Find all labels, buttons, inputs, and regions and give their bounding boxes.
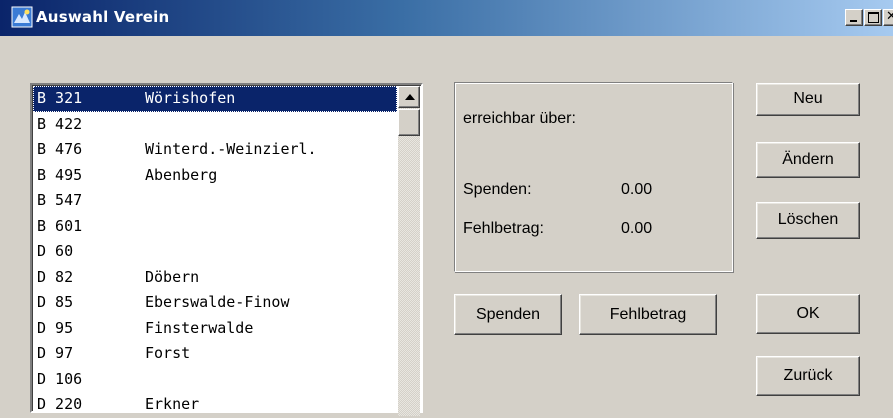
club-code: B 601 <box>37 216 83 235</box>
shortfall-label: Fehlbetrag: <box>463 220 544 237</box>
club-code: D 220 <box>37 395 83 413</box>
scroll-thumb[interactable] <box>398 109 420 136</box>
list-item[interactable]: D 85 Eberswalde-Finow <box>33 290 397 316</box>
club-name: Döbern <box>145 267 200 286</box>
club-name: Abenberg <box>145 165 218 184</box>
list-item[interactable]: B 601 <box>33 214 397 240</box>
maximize-icon <box>868 12 879 23</box>
info-panel: erreichbar über: Spenden: 0.00 Fehlbetra… <box>454 82 733 272</box>
back-button[interactable]: Zurück <box>756 356 860 396</box>
title-bar[interactable]: Auswahl Verein ✕ <box>0 0 893 36</box>
delete-button[interactable]: Löschen <box>756 202 860 239</box>
club-name: Forst <box>145 344 191 362</box>
list-item[interactable]: B 547 <box>33 188 397 214</box>
donations-value: 0.00 <box>621 181 653 198</box>
donations-label: Spenden: <box>463 181 532 198</box>
list-item[interactable]: D 95 Finsterwalde <box>33 316 397 342</box>
minimize-icon <box>850 20 857 22</box>
club-list: B 321 Wörishofen B 422 B 476 Winterd.-Weinzi… <box>33 86 397 418</box>
club-code: B 321 <box>37 89 83 107</box>
window-title: Auswahl Verein <box>36 8 170 26</box>
list-item[interactable]: D 97 Forst <box>33 341 397 367</box>
club-code: D 97 <box>37 344 74 362</box>
reachable-label: erreichbar über: <box>463 110 576 127</box>
shortfall-value: 0.00 <box>621 220 653 237</box>
list-item[interactable]: D 60 <box>33 239 397 265</box>
club-listbox[interactable]: B 321 Wörishofen B 422 B 476 Winterd.-Weinzi… <box>30 83 423 416</box>
list-item[interactable]: D 82 Döbern <box>33 265 397 291</box>
close-icon: ✕ <box>886 9 893 24</box>
club-code: B 495 <box>37 165 83 184</box>
minimize-button[interactable] <box>845 9 863 26</box>
club-name: Winterd.-Weinzierl. <box>145 140 317 158</box>
list-item[interactable]: B 422 <box>33 112 397 138</box>
list-item[interactable]: B 321 Wörishofen <box>33 86 397 112</box>
club-code: B 422 <box>37 114 83 133</box>
arrow-up-icon <box>405 94 415 100</box>
list-item[interactable]: D 220 Erkner <box>33 392 397 418</box>
shortfall-button[interactable]: Fehlbetrag <box>579 294 717 335</box>
change-button[interactable]: Ändern <box>756 142 860 178</box>
club-code: D 82 <box>37 267 74 286</box>
club-code: D 106 <box>37 369 83 388</box>
new-button[interactable]: Neu <box>756 83 860 116</box>
app-icon <box>11 6 33 28</box>
club-name: Eberswalde-Finow <box>145 293 290 311</box>
club-code: D 95 <box>37 318 74 337</box>
donations-button[interactable]: Spenden <box>454 294 562 335</box>
club-name: Wörishofen <box>145 89 236 107</box>
list-item[interactable]: B 495 Abenberg <box>33 163 397 189</box>
list-item[interactable]: B 476 Winterd.-Weinzierl. <box>33 137 397 163</box>
list-item[interactable]: D 106 <box>33 367 397 393</box>
club-code: B 547 <box>37 191 83 209</box>
close-button[interactable]: ✕ <box>883 9 893 26</box>
club-name: Erkner <box>145 395 200 413</box>
club-name: Finsterwalde <box>145 318 254 337</box>
club-code: D 60 <box>37 242 74 260</box>
scroll-up-button[interactable] <box>398 86 420 108</box>
club-code: B 476 <box>37 140 83 158</box>
ok-button[interactable]: OK <box>756 294 860 334</box>
club-code: D 85 <box>37 293 74 311</box>
vertical-scrollbar[interactable] <box>398 86 420 416</box>
maximize-button[interactable] <box>864 9 882 26</box>
